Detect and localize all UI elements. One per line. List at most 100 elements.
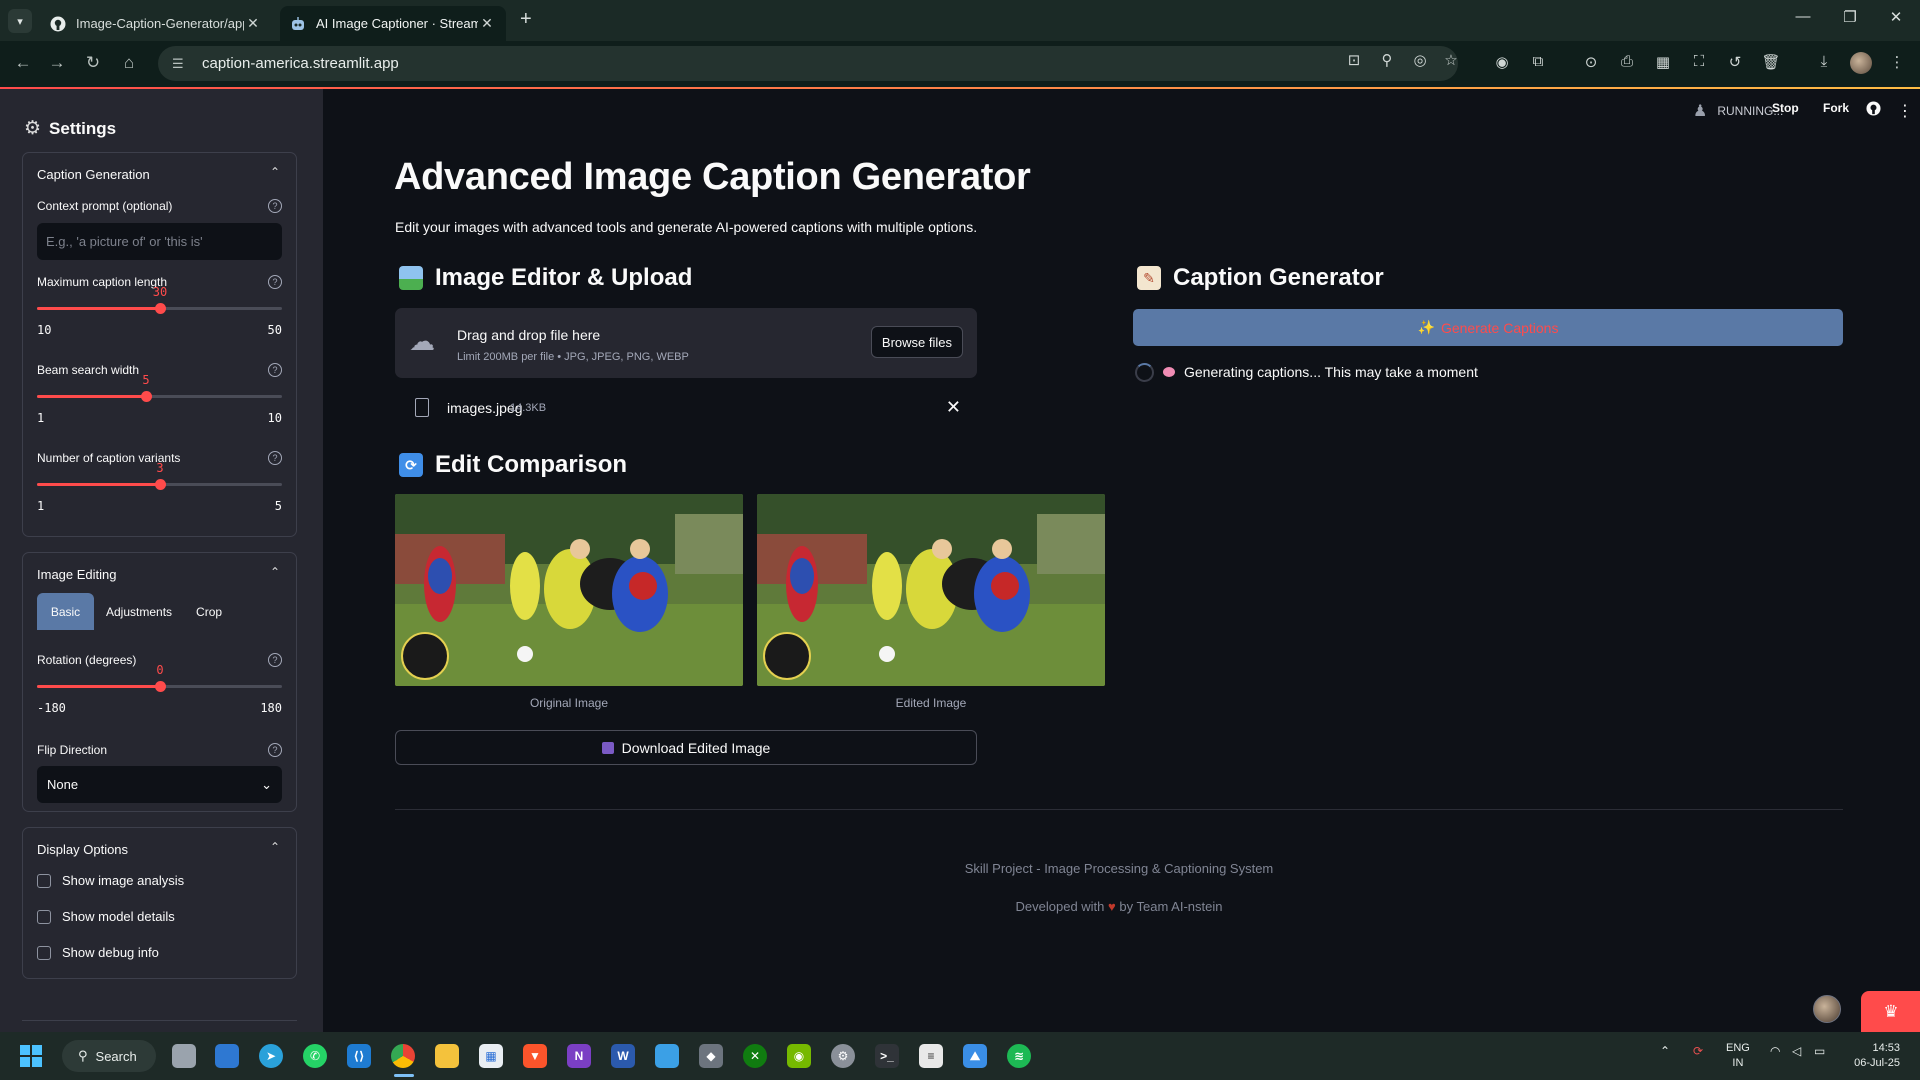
telegram-icon[interactable]: ➤ — [259, 1044, 283, 1068]
browser-tab-streamlit[interactable]: AI Image Captioner · Streamlit ✕ — [280, 6, 506, 41]
brave-icon[interactable]: ▼ — [523, 1044, 547, 1068]
wifi-icon[interactable]: ◠ — [1770, 1044, 1780, 1058]
file-uploader-dropzone[interactable]: ☁ Drag and drop file here Limit 200MB pe… — [395, 308, 977, 378]
context-prompt-label: Context prompt (optional) — [37, 199, 173, 213]
chevron-up-icon[interactable]: ⌃ — [270, 165, 280, 179]
chevron-up-icon[interactable]: ⌃ — [270, 840, 280, 854]
install-app-icon[interactable]: ⊡ — [1343, 51, 1365, 69]
camera-extension-icon[interactable]: ◉ — [1491, 53, 1513, 71]
expander-header[interactable]: Display Options — [37, 842, 128, 857]
extensions-puzzle-icon[interactable]: ⧉ — [1527, 53, 1549, 70]
site-settings-icon[interactable]: ☰ — [172, 56, 188, 72]
onenote-icon[interactable]: N — [567, 1044, 591, 1068]
chrome-icon[interactable] — [391, 1044, 415, 1068]
vscode-icon[interactable]: ⟨⟩ — [347, 1044, 371, 1068]
settings-gear-icon[interactable]: ⚙ — [831, 1044, 855, 1068]
paint-icon[interactable] — [655, 1044, 679, 1068]
slider-thumb[interactable] — [155, 303, 166, 314]
flip-direction-select[interactable]: None ⌄ — [37, 766, 282, 803]
slider-thumb[interactable] — [155, 479, 166, 490]
tray-overflow-chevron-icon[interactable]: ⌃ — [1660, 1044, 1670, 1058]
checkbox-show-model-details[interactable]: Show model details — [37, 909, 175, 924]
tab-basic[interactable]: Basic — [37, 593, 94, 630]
chevron-down-icon: ⌄ — [261, 776, 272, 792]
checkbox-box[interactable] — [37, 909, 51, 924]
slider-thumb[interactable] — [155, 681, 166, 692]
close-tab-icon[interactable]: ✕ — [478, 15, 496, 32]
chevron-up-icon[interactable]: ⌃ — [270, 565, 280, 579]
photos-icon[interactable]: ⛰ — [963, 1044, 987, 1068]
expander-header[interactable]: Image Editing — [37, 567, 117, 582]
bookmark-star-icon[interactable]: ☆ — [1440, 51, 1462, 69]
screenshot-extension-icon[interactable]: ⊙ — [1580, 53, 1602, 71]
remove-file-icon[interactable]: ✕ — [946, 397, 961, 418]
terminal-icon[interactable]: >_ — [875, 1044, 899, 1068]
sidebar-panel-icon[interactable]: ▦ — [1652, 53, 1674, 71]
close-tab-icon[interactable]: ✕ — [244, 15, 262, 32]
word-icon[interactable]: W — [611, 1044, 635, 1068]
checkbox-show-image-analysis[interactable]: Show image analysis — [37, 873, 184, 888]
taskbar-search[interactable]: ⚲ Search — [62, 1040, 156, 1072]
task-view-icon[interactable] — [172, 1044, 196, 1068]
cloud-upload-icon: ☁ — [409, 326, 435, 356]
windows-start-icon[interactable] — [20, 1045, 42, 1067]
stop-button[interactable]: Stop — [1772, 101, 1799, 115]
system-clock[interactable]: 14:53 06-Jul-25 — [1854, 1041, 1900, 1071]
tab-crop[interactable]: Crop — [184, 593, 234, 630]
translate-icon[interactable]: ⛶ — [1688, 53, 1710, 70]
window-close-icon[interactable]: ✕ — [1873, 8, 1919, 26]
github-icon[interactable] — [1866, 101, 1881, 116]
history-icon[interactable]: ↺ — [1724, 53, 1746, 71]
zoom-icon[interactable]: ⚲ — [1376, 51, 1398, 69]
streamlit-crown-badge[interactable]: ♛ — [1861, 991, 1920, 1032]
browser-menu-icon[interactable]: ⋮ — [1886, 53, 1908, 71]
checkbox-show-debug-info[interactable]: Show debug info — [37, 945, 159, 960]
forward-arrow-icon[interactable]: → — [46, 53, 68, 73]
context-prompt-input[interactable]: E.g., 'a picture of' or 'this is' — [37, 223, 282, 260]
language-indicator[interactable]: ENG IN — [1726, 1041, 1750, 1071]
new-tab-plus-icon[interactable]: + — [520, 8, 532, 31]
expander-header[interactable]: Caption Generation — [37, 167, 150, 182]
sync-icon[interactable]: ⟳ — [1693, 1044, 1703, 1058]
slider-thumb[interactable] — [141, 391, 152, 402]
spotify-icon[interactable]: ≋ — [1007, 1044, 1031, 1068]
eye-off-icon[interactable]: ◎ — [1409, 51, 1431, 69]
browser-tab-github[interactable]: Image-Caption-Generator/app ✕ — [40, 6, 272, 41]
restore-icon[interactable]: ❐ — [1827, 8, 1873, 26]
variants-slider[interactable]: 3 1 5 — [37, 459, 282, 513]
beam-width-slider[interactable]: 5 1 10 — [37, 371, 282, 425]
print-extension-icon[interactable]: ⎙ — [1616, 53, 1638, 70]
max-length-slider[interactable]: 30 10 50 — [37, 283, 282, 337]
main-menu-icon[interactable]: ⋮ — [1897, 101, 1913, 121]
home-icon[interactable]: ⌂ — [118, 53, 140, 73]
trash-icon[interactable]: 🗑 — [1760, 53, 1782, 71]
generate-captions-button[interactable]: ✨ Generate Captions — [1133, 309, 1843, 346]
address-bar[interactable]: ☰ caption-america.streamlit.app — [158, 46, 1458, 81]
help-icon[interactable]: ? — [268, 743, 282, 757]
profile-avatar[interactable] — [1850, 52, 1872, 74]
unity-icon[interactable]: ◆ — [699, 1044, 723, 1068]
minimize-icon[interactable]: — — [1780, 8, 1826, 25]
tab-list-chevron-icon[interactable]: ▾ — [8, 9, 32, 33]
volume-icon[interactable]: ◁ — [1792, 1044, 1801, 1058]
notepad-icon[interactable]: ≡ — [919, 1044, 943, 1068]
microsoft-store-icon[interactable]: ▦ — [479, 1044, 503, 1068]
rotation-slider[interactable]: 0 -180 180 — [37, 661, 282, 715]
file-explorer-icon[interactable] — [435, 1044, 459, 1068]
browse-files-button[interactable]: Browse files — [870, 326, 963, 358]
help-icon[interactable]: ? — [268, 199, 282, 213]
xbox-icon[interactable]: ✕ — [743, 1044, 767, 1068]
download-edited-image-button[interactable]: Download Edited Image — [395, 730, 977, 765]
nvidia-icon[interactable]: ◉ — [787, 1044, 811, 1068]
checkbox-box[interactable] — [37, 945, 51, 960]
reload-icon[interactable]: ↻ — [82, 53, 104, 73]
back-arrow-icon[interactable]: ← — [12, 53, 34, 73]
tab-adjustments[interactable]: Adjustments — [94, 593, 184, 630]
whatsapp-icon[interactable]: ✆ — [303, 1044, 327, 1068]
viewer-avatar[interactable] — [1813, 995, 1841, 1023]
battery-icon[interactable]: ▭ — [1814, 1044, 1825, 1058]
widgets-icon[interactable] — [215, 1044, 239, 1068]
fork-button[interactable]: Fork — [1823, 101, 1849, 115]
checkbox-box[interactable] — [37, 873, 51, 888]
download-icon[interactable]: ⤓ — [1813, 53, 1835, 70]
